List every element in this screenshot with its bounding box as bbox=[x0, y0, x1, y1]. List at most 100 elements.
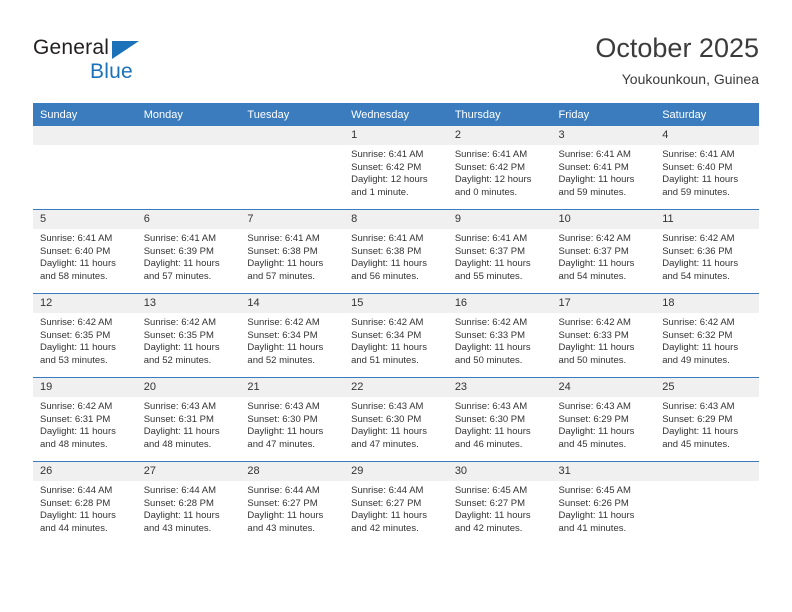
calendar-day-cell[interactable]: 17 Sunrise: 6:42 AM Sunset: 6:33 PM Dayligh… bbox=[551, 293, 656, 378]
sunrise-time: Sunrise: 6:42 AM bbox=[40, 401, 113, 412]
calendar-header-row: Sunday Monday Tuesday Wednesday Thursday Frid… bbox=[33, 103, 759, 126]
calendar-day-cell[interactable]: 31 Sunrise: 6:45 AM Sunset: 6:26 PM Dayligh… bbox=[551, 461, 656, 545]
sunset-time: Sunset: 6:28 PM bbox=[143, 497, 214, 509]
sunrise-time: Sunrise: 6:41 AM bbox=[454, 233, 528, 244]
calendar-day-cell[interactable]: 21 Sunrise: 6:43 AM Sunset: 6:30 PM Dayligh… bbox=[240, 377, 345, 462]
day-details: Sunrise: 6:43 AM Sunset: 6:29 PM Daylight:… bbox=[655, 397, 759, 451]
day-details: Sunrise: 6:42 AM Sunset: 6:34 PM Daylight:… bbox=[240, 313, 344, 367]
calendar-day-cell[interactable]: 26 Sunrise: 6:44 AM Sunset: 6:28 PM Dayligh… bbox=[33, 461, 137, 545]
sunrise-time: Sunrise: 6:41 AM bbox=[351, 233, 424, 244]
calendar-day-cell[interactable]: 22 Sunrise: 6:43 AM Sunset: 6:30 PM Dayligh… bbox=[344, 377, 448, 462]
day-details: Sunrise: 6:41 AM Sunset: 6:38 PM Daylight:… bbox=[344, 229, 448, 283]
calendar-day-cell[interactable]: 5 Sunrise: 6:41 AM Sunset: 6:40 PM Daylight… bbox=[33, 209, 137, 294]
daylight-duration-line1: Daylight: 12 hours bbox=[454, 174, 532, 186]
weekday-headers: Sunday Monday Tuesday Wednesday Thursday Frid… bbox=[33, 103, 759, 126]
day-number: 16 bbox=[447, 294, 552, 313]
day-details: Sunrise: 6:44 AM Sunset: 6:27 PM Daylight:… bbox=[240, 481, 344, 535]
calendar-day-cell[interactable]: 24 Sunrise: 6:43 AM Sunset: 6:29 PM Dayligh… bbox=[551, 377, 656, 462]
calendar-day-cell[interactable]: 25 Sunrise: 6:43 AM Sunset: 6:29 PM Dayligh… bbox=[655, 377, 759, 462]
daylight-duration-line1: Daylight: 11 hours bbox=[143, 510, 220, 522]
daylight-duration-line2: and 44 minutes. bbox=[40, 522, 108, 534]
sunset-time: Sunset: 6:26 PM bbox=[558, 497, 629, 509]
calendar-day-cell[interactable]: 8 Sunrise: 6:41 AM Sunset: 6:38 PM Daylight… bbox=[344, 209, 448, 294]
calendar-day-cell[interactable]: 29 Sunrise: 6:44 AM Sunset: 6:27 PM Dayligh… bbox=[344, 461, 448, 545]
sunset-time: Sunset: 6:32 PM bbox=[662, 329, 733, 341]
calendar-day-cell[interactable]: 14 Sunrise: 6:42 AM Sunset: 6:34 PM Dayligh… bbox=[240, 293, 345, 378]
sunrise-time: Sunrise: 6:41 AM bbox=[558, 149, 631, 160]
sunrise-time: Sunrise: 6:44 AM bbox=[247, 485, 320, 496]
day-number: 24 bbox=[551, 378, 656, 397]
day-number: 7 bbox=[240, 210, 345, 229]
day-number: 12 bbox=[33, 294, 137, 313]
general-blue-logo[interactable]: General Blue bbox=[33, 36, 213, 92]
logo-text-general: General bbox=[33, 36, 110, 59]
weekday-header-monday: Monday bbox=[136, 103, 241, 126]
day-number bbox=[33, 126, 137, 145]
sunrise-time: Sunrise: 6:43 AM bbox=[662, 401, 735, 412]
daylight-duration-line2: and 43 minutes. bbox=[143, 522, 212, 534]
sunrise-time: Sunrise: 6:45 AM bbox=[454, 485, 528, 496]
daylight-duration-line2: and 48 minutes. bbox=[40, 438, 108, 450]
daylight-duration-line1: Daylight: 11 hours bbox=[558, 258, 635, 270]
day-number: 9 bbox=[447, 210, 552, 229]
day-details: Sunrise: 6:42 AM Sunset: 6:34 PM Daylight:… bbox=[344, 313, 448, 367]
day-number: 19 bbox=[33, 378, 137, 397]
sunrise-time: Sunrise: 6:41 AM bbox=[351, 149, 424, 160]
daylight-duration-line2: and 49 minutes. bbox=[662, 354, 730, 366]
sunset-time: Sunset: 6:27 PM bbox=[454, 497, 526, 509]
sunrise-time: Sunrise: 6:44 AM bbox=[143, 485, 217, 496]
sunrise-time: Sunrise: 6:42 AM bbox=[40, 317, 113, 328]
day-details: Sunrise: 6:45 AM Sunset: 6:27 PM Daylight:… bbox=[448, 481, 552, 535]
calendar-day-cell[interactable]: 18 Sunrise: 6:42 AM Sunset: 6:32 PM Dayligh… bbox=[655, 293, 759, 378]
sunset-time: Sunset: 6:31 PM bbox=[143, 413, 214, 425]
calendar-day-cell[interactable]: 7 Sunrise: 6:41 AM Sunset: 6:38 PM Daylight… bbox=[240, 209, 345, 294]
weekday-header-wednesday: Wednesday bbox=[344, 103, 448, 126]
sunset-time: Sunset: 6:27 PM bbox=[247, 497, 318, 509]
daylight-duration-line1: Daylight: 11 hours bbox=[143, 426, 220, 438]
day-number: 29 bbox=[344, 462, 448, 481]
calendar-day-cell[interactable]: 15 Sunrise: 6:42 AM Sunset: 6:34 PM Dayligh… bbox=[344, 293, 448, 378]
sunrise-time: Sunrise: 6:43 AM bbox=[351, 401, 424, 412]
day-number: 10 bbox=[551, 210, 656, 229]
calendar-day-cell[interactable]: 4 Sunrise: 6:41 AM Sunset: 6:40 PM Daylight… bbox=[655, 126, 759, 210]
calendar-day-cell[interactable]: 12 Sunrise: 6:42 AM Sunset: 6:35 PM Dayligh… bbox=[33, 293, 137, 378]
calendar-day-cell[interactable]: 1 Sunrise: 6:41 AM Sunset: 6:42 PM Daylight… bbox=[344, 126, 448, 210]
calendar-day-cell[interactable]: 28 Sunrise: 6:44 AM Sunset: 6:27 PM Dayligh… bbox=[240, 461, 345, 545]
sunrise-time: Sunrise: 6:41 AM bbox=[662, 149, 735, 160]
calendar-day-cell[interactable]: 27 Sunrise: 6:44 AM Sunset: 6:28 PM Dayligh… bbox=[136, 461, 241, 545]
sunset-time: Sunset: 6:31 PM bbox=[40, 413, 111, 425]
calendar-day-cell[interactable]: 13 Sunrise: 6:42 AM Sunset: 6:35 PM Dayligh… bbox=[136, 293, 241, 378]
day-details: Sunrise: 6:44 AM Sunset: 6:28 PM Daylight:… bbox=[137, 481, 241, 535]
sunset-time: Sunset: 6:37 PM bbox=[454, 245, 526, 257]
calendar-cell-empty bbox=[136, 126, 241, 210]
calendar-day-cell[interactable]: 16 Sunrise: 6:42 AM Sunset: 6:33 PM Dayligh… bbox=[447, 293, 552, 378]
sunset-time: Sunset: 6:40 PM bbox=[662, 161, 733, 173]
calendar-day-cell[interactable]: 19 Sunrise: 6:42 AM Sunset: 6:31 PM Dayligh… bbox=[33, 377, 137, 462]
daylight-duration-line2: and 46 minutes. bbox=[454, 438, 523, 450]
weekday-header-thursday: Thursday bbox=[447, 103, 552, 126]
calendar-day-cell[interactable]: 9 Sunrise: 6:41 AM Sunset: 6:37 PM Daylight… bbox=[447, 209, 552, 294]
calendar-day-cell[interactable]: 11 Sunrise: 6:42 AM Sunset: 6:36 PM Dayligh… bbox=[655, 209, 759, 294]
calendar-day-cell[interactable]: 6 Sunrise: 6:41 AM Sunset: 6:39 PM Daylight… bbox=[136, 209, 241, 294]
day-number: 20 bbox=[136, 378, 241, 397]
calendar-day-cell[interactable]: 30 Sunrise: 6:45 AM Sunset: 6:27 PM Dayligh… bbox=[447, 461, 552, 545]
sunset-time: Sunset: 6:41 PM bbox=[558, 161, 629, 173]
sunrise-time: Sunrise: 6:41 AM bbox=[454, 149, 528, 160]
calendar-day-cell[interactable]: 2 Sunrise: 6:41 AM Sunset: 6:42 PM Daylight… bbox=[447, 126, 552, 210]
calendar-day-cell[interactable]: 20 Sunrise: 6:43 AM Sunset: 6:31 PM Dayligh… bbox=[136, 377, 241, 462]
day-number: 2 bbox=[447, 126, 552, 145]
page-title: October 2025 bbox=[595, 33, 759, 63]
day-number: 11 bbox=[655, 210, 759, 229]
day-details: Sunrise: 6:42 AM Sunset: 6:31 PM Daylight:… bbox=[33, 397, 137, 451]
sunrise-time: Sunrise: 6:44 AM bbox=[40, 485, 113, 496]
sunset-time: Sunset: 6:36 PM bbox=[662, 245, 733, 257]
day-number: 27 bbox=[136, 462, 241, 481]
calendar-day-cell[interactable]: 23 Sunrise: 6:43 AM Sunset: 6:30 PM Dayligh… bbox=[447, 377, 552, 462]
sunrise-time: Sunrise: 6:43 AM bbox=[143, 401, 217, 412]
daylight-duration-line1: Daylight: 11 hours bbox=[558, 426, 635, 438]
calendar-day-cell[interactable]: 3 Sunrise: 6:41 AM Sunset: 6:41 PM Daylight… bbox=[551, 126, 656, 210]
day-details: Sunrise: 6:41 AM Sunset: 6:37 PM Daylight:… bbox=[448, 229, 552, 283]
day-details: Sunrise: 6:43 AM Sunset: 6:30 PM Daylight:… bbox=[344, 397, 448, 451]
calendar-day-cell[interactable]: 10 Sunrise: 6:42 AM Sunset: 6:37 PM Dayligh… bbox=[551, 209, 656, 294]
sunset-time: Sunset: 6:33 PM bbox=[454, 329, 526, 341]
